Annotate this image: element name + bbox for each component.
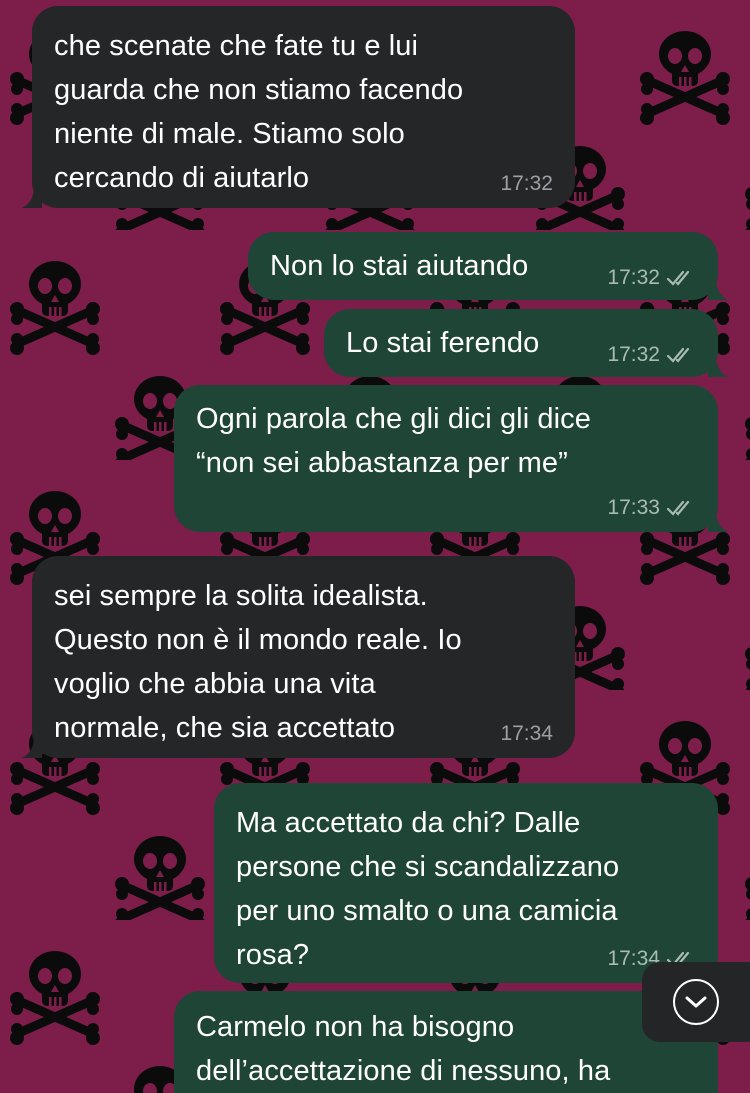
message-text: sei sempre la solita idealista. Questo n… bbox=[54, 580, 462, 744]
message-time: 17:32 bbox=[607, 343, 660, 366]
message-text: Carmelo non ha bisogno dell’accettazione… bbox=[196, 1011, 611, 1087]
bubble-tail bbox=[708, 510, 728, 532]
bubble-tail bbox=[22, 186, 42, 208]
double-check-icon bbox=[666, 270, 690, 286]
message-time: 17:32 bbox=[607, 266, 660, 289]
message-text: che scenate che fate tu e lui guarda che… bbox=[54, 30, 464, 194]
double-check-icon bbox=[666, 347, 690, 363]
bubble-tail bbox=[22, 736, 42, 758]
message-time: 17:33 bbox=[607, 496, 660, 519]
message-bubble-outgoing[interactable]: Non lo stai aiutando 17:32 bbox=[248, 232, 728, 300]
message-bubble-outgoing[interactable]: Lo stai ferendo 17:32 bbox=[324, 309, 728, 377]
message-bubble-incoming[interactable]: sei sempre la solita idealista. Questo n… bbox=[22, 556, 575, 758]
message-text: Ogni parola che gli dici gli dice “non s… bbox=[196, 403, 592, 479]
message-bubble-outgoing[interactable]: Carmelo non ha bisogno dell’accettazione… bbox=[174, 991, 718, 1093]
message-bubble-outgoing[interactable]: Ogni parola che gli dici gli dice “non s… bbox=[174, 385, 728, 532]
bubble-tail bbox=[708, 355, 728, 377]
message-time: 17:32 bbox=[500, 172, 553, 195]
bubble-tail bbox=[708, 278, 728, 300]
double-check-icon bbox=[666, 500, 690, 516]
message-bubble-incoming[interactable]: che scenate che fate tu e lui guarda che… bbox=[22, 6, 575, 208]
scroll-to-bottom-button[interactable] bbox=[642, 962, 750, 1042]
message-time: 17:34 bbox=[500, 722, 553, 745]
message-bubble-outgoing[interactable]: Ma accettato da chi? Dalle persone che s… bbox=[214, 783, 728, 983]
chevron-down-icon bbox=[673, 979, 719, 1025]
